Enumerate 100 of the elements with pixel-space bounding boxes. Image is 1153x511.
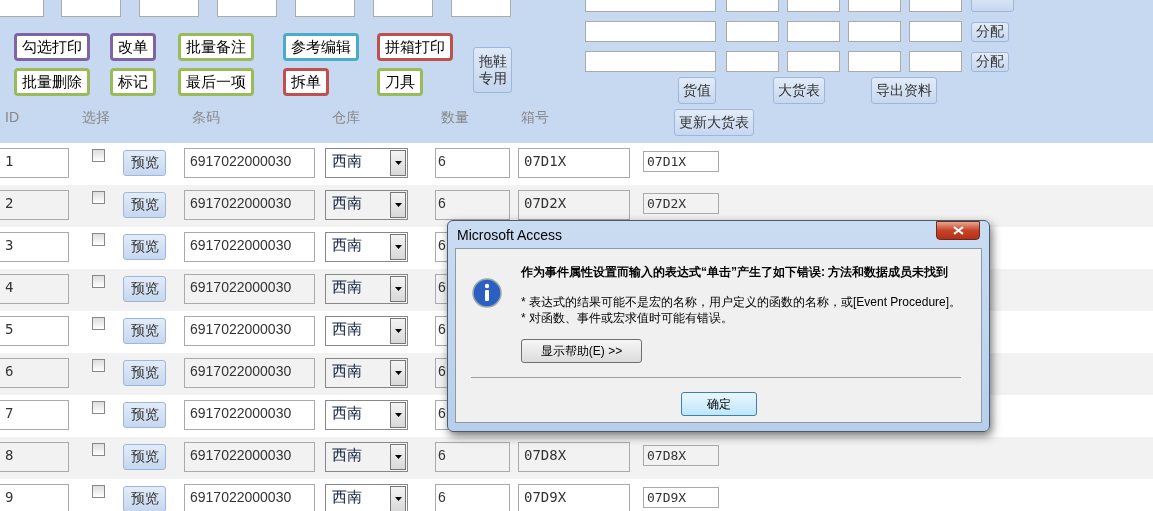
barcode-field[interactable]: 6917022000030 <box>184 484 315 511</box>
checkbox[interactable] <box>92 485 105 498</box>
warehouse-combo[interactable]: 西南 <box>325 442 408 472</box>
box-number-field[interactable]: 07D2X <box>518 190 630 220</box>
slipper-button[interactable]: 拖鞋专用 <box>473 46 512 93</box>
id-field[interactable]: 8 <box>0 442 69 472</box>
panel-button[interactable]: 大货表 <box>773 77 825 104</box>
filter-field[interactable] <box>451 0 511 17</box>
preview-button[interactable]: 预览 <box>123 150 166 176</box>
action-button[interactable]: 改单 <box>110 33 156 61</box>
input-field[interactable] <box>726 21 779 42</box>
barcode-field[interactable]: 6917022000030 <box>184 148 315 178</box>
action-button[interactable]: 批量备注 <box>178 33 254 61</box>
checkbox[interactable] <box>92 233 105 246</box>
info-icon <box>472 278 502 308</box>
warehouse-combo[interactable]: 西南 <box>325 484 408 511</box>
action-button[interactable]: 最后一项 <box>178 68 254 96</box>
checkbox[interactable] <box>92 359 105 372</box>
id-field[interactable]: 5 <box>0 316 69 346</box>
quantity-field[interactable]: 6 <box>435 190 510 220</box>
help-button[interactable]: 显示帮助(E) >> <box>521 339 642 363</box>
preview-button[interactable]: 预览 <box>123 192 166 218</box>
action-button[interactable]: 拆单 <box>283 68 329 96</box>
warehouse-combo[interactable]: 西南 <box>325 358 408 388</box>
allocate-button[interactable]: 分配 <box>971 51 1009 72</box>
input-field[interactable] <box>909 51 962 72</box>
input-field[interactable] <box>585 21 716 42</box>
warehouse-combo[interactable]: 西南 <box>325 316 408 346</box>
barcode-field[interactable]: 6917022000030 <box>184 400 315 430</box>
action-button[interactable]: 刀具 <box>377 68 423 96</box>
quantity-field[interactable]: 6 <box>435 442 510 472</box>
preview-button[interactable]: 预览 <box>123 234 166 260</box>
checkbox[interactable] <box>92 149 105 162</box>
close-button[interactable] <box>936 221 980 240</box>
panel-button[interactable]: 货值 <box>678 77 716 104</box>
filter-field[interactable] <box>139 0 199 17</box>
filter-field[interactable] <box>373 0 433 17</box>
filter-field[interactable] <box>217 0 277 17</box>
warehouse-combo[interactable]: 西南 <box>325 400 408 430</box>
id-field[interactable]: 2 <box>0 190 69 220</box>
panel-button[interactable]: 导出资料 <box>871 77 937 104</box>
action-button[interactable]: 批量删除 <box>14 68 90 96</box>
preview-button[interactable]: 预览 <box>123 402 166 428</box>
update-button[interactable]: 更新大货表 <box>674 109 754 136</box>
barcode-field[interactable]: 6917022000030 <box>184 190 315 220</box>
column-header: ID <box>4 109 20 127</box>
ok-button[interactable]: 确定 <box>681 392 757 416</box>
checkbox[interactable] <box>92 275 105 288</box>
barcode-field[interactable]: 6917022000030 <box>184 232 315 262</box>
checkbox[interactable] <box>92 317 105 330</box>
caret-icon <box>394 329 402 333</box>
preview-button[interactable]: 预览 <box>123 486 166 511</box>
barcode-field[interactable]: 6917022000030 <box>184 442 315 472</box>
preview-button[interactable]: 预览 <box>123 444 166 470</box>
input-field[interactable] <box>909 21 962 42</box>
warehouse-combo[interactable]: 西南 <box>325 232 408 262</box>
warehouse-combo[interactable]: 西南 <box>325 190 408 220</box>
preview-button[interactable]: 预览 <box>123 276 166 302</box>
input-field[interactable] <box>726 51 779 72</box>
barcode-field[interactable]: 6917022000030 <box>184 274 315 304</box>
caret-icon <box>394 161 402 165</box>
id-field[interactable]: 6 <box>0 358 69 388</box>
warehouse-combo[interactable]: 西南 <box>325 274 408 304</box>
preview-button[interactable]: 预览 <box>123 318 166 344</box>
preview-button[interactable]: 预览 <box>123 360 166 386</box>
id-field[interactable]: 7 <box>0 400 69 430</box>
box-number-field[interactable]: 07D9X <box>518 484 630 511</box>
caret-icon <box>394 287 402 291</box>
input-field[interactable] <box>787 21 840 42</box>
filter-field[interactable] <box>61 0 121 17</box>
input-field[interactable] <box>848 21 901 42</box>
action-button[interactable]: 参考编辑 <box>283 33 359 61</box>
box-number-field[interactable]: 07D9X <box>643 487 719 508</box>
warehouse-combo[interactable]: 西南 <box>325 148 408 178</box>
box-number-field[interactable]: 07D1X <box>643 151 719 172</box>
id-field[interactable]: 1 <box>0 148 69 178</box>
column-header: 仓库 <box>331 109 361 127</box>
checkbox[interactable] <box>92 401 105 414</box>
action-button[interactable]: 标记 <box>110 68 156 96</box>
barcode-field[interactable]: 6917022000030 <box>184 358 315 388</box>
quantity-field[interactable]: 6 <box>435 148 510 178</box>
box-number-field[interactable]: 07D2X <box>643 193 719 214</box>
action-button[interactable]: 拼箱打印 <box>377 33 453 61</box>
input-field[interactable] <box>848 51 901 72</box>
id-field[interactable]: 9 <box>0 484 69 511</box>
box-number-field[interactable]: 07D8X <box>518 442 630 472</box>
quantity-field[interactable]: 6 <box>435 484 510 511</box>
input-field[interactable] <box>787 51 840 72</box>
checkbox[interactable] <box>92 443 105 456</box>
action-button[interactable]: 勾选打印 <box>14 33 90 61</box>
id-field[interactable]: 4 <box>0 274 69 304</box>
checkbox[interactable] <box>92 191 105 204</box>
barcode-field[interactable]: 6917022000030 <box>184 316 315 346</box>
id-field[interactable]: 3 <box>0 232 69 262</box>
column-header: 选择 <box>81 109 111 127</box>
box-number-field[interactable]: 07D1X <box>518 148 630 178</box>
allocate-button[interactable]: 分配 <box>971 21 1009 42</box>
filter-field[interactable] <box>295 0 355 17</box>
box-number-field[interactable]: 07D8X <box>643 445 719 466</box>
input-field[interactable] <box>585 51 716 72</box>
